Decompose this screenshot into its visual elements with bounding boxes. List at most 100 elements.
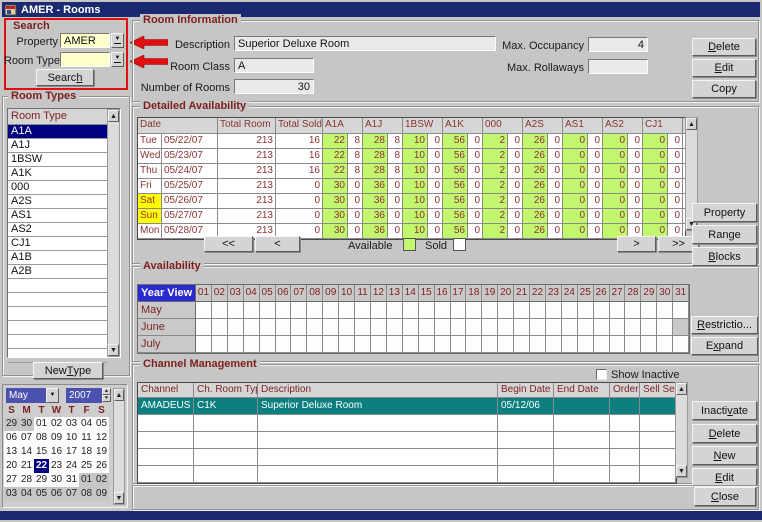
year-view-cell[interactable] (657, 302, 673, 319)
year-view-cell[interactable] (514, 302, 530, 319)
room-type-row[interactable]: AS1 (8, 209, 107, 223)
year-view-cell[interactable] (641, 319, 657, 336)
scroll-down-icon[interactable]: ▼ (114, 492, 124, 504)
calendar-day[interactable]: 30 (49, 473, 64, 487)
year-view-cell[interactable] (371, 319, 387, 336)
year-view-cell[interactable] (307, 336, 323, 353)
year-view-cell[interactable] (451, 336, 467, 353)
calendar-day[interactable]: 28 (19, 473, 34, 487)
year-view-cell[interactable] (212, 302, 228, 319)
calendar-day[interactable]: 05 (94, 417, 109, 431)
delete-channel-button[interactable]: Delete (692, 424, 757, 443)
property-combo[interactable]: AMER (60, 33, 110, 48)
calendar-day[interactable]: 05 (34, 487, 49, 501)
show-inactive-checkbox[interactable] (596, 369, 607, 380)
year-view-cell[interactable] (339, 302, 355, 319)
year-view-cell[interactable] (387, 319, 403, 336)
scroll-up-icon[interactable]: ▲ (686, 118, 697, 130)
year-view-cell[interactable] (371, 302, 387, 319)
scroll-down-icon[interactable]: ▼ (676, 465, 687, 477)
year-view-cell[interactable] (419, 319, 435, 336)
year-view-cell[interactable] (530, 336, 546, 353)
year-view-cell[interactable] (244, 302, 260, 319)
calendar-day[interactable]: 26 (94, 459, 109, 473)
room-type-row[interactable]: 000 (8, 181, 107, 195)
calendar-day[interactable]: 07 (19, 431, 34, 445)
availability-row[interactable]: Fri05/25/07213030036010056020260000000 (138, 179, 685, 194)
calendar-day[interactable]: 03 (64, 417, 79, 431)
calendar-day[interactable]: 09 (49, 431, 64, 445)
availability-row[interactable]: Tue05/22/072131622828810056020260000000 (138, 134, 685, 149)
year-view-cell[interactable] (641, 336, 657, 353)
calendar-day[interactable]: 04 (19, 487, 34, 501)
room-type-row[interactable]: A1B (8, 251, 107, 265)
year-view-cell[interactable] (466, 336, 482, 353)
year-view-cell[interactable] (323, 336, 339, 353)
year-view-cell[interactable] (196, 302, 212, 319)
calendar-day[interactable]: 16 (49, 445, 64, 459)
year-view-cell[interactable] (212, 336, 228, 353)
close-button[interactable]: Close (694, 487, 756, 506)
year-view-cell[interactable] (276, 302, 292, 319)
year-view-cell[interactable] (276, 336, 292, 353)
year-view-cell[interactable] (323, 302, 339, 319)
year-view-cell[interactable] (228, 302, 244, 319)
restrictions-button[interactable]: Restrictio... (691, 316, 758, 334)
room-type-combo[interactable] (60, 52, 110, 67)
room-type-row[interactable]: A1J (8, 139, 107, 153)
calendar-day[interactable]: 08 (79, 487, 94, 501)
calendar-day[interactable]: 22 (34, 459, 49, 473)
search-button[interactable]: Search (36, 69, 94, 86)
year-view-cell[interactable] (562, 319, 578, 336)
year-view-cell[interactable] (546, 336, 562, 353)
number-of-rooms-field[interactable]: 30 (234, 79, 314, 94)
max-occupancy-field[interactable]: 4 (588, 37, 648, 52)
calendar-day[interactable]: 18 (79, 445, 94, 459)
year-view-cell[interactable] (307, 319, 323, 336)
year-view-cell[interactable] (260, 336, 276, 353)
year-view-cell[interactable] (594, 336, 610, 353)
range-button[interactable]: Range (692, 225, 757, 244)
calendar-day[interactable]: 01 (79, 473, 94, 487)
calendar-month-select[interactable]: May (6, 388, 46, 403)
year-view-cell[interactable] (673, 336, 689, 353)
year-view-cell[interactable] (339, 336, 355, 353)
calendar-day[interactable]: 17 (64, 445, 79, 459)
year-view-cell[interactable] (562, 336, 578, 353)
availability-row[interactable]: Sun05/27/07213030036010056020260000000 (138, 209, 685, 224)
year-view-cell[interactable] (212, 319, 228, 336)
room-type-row[interactable]: A1K (8, 167, 107, 181)
year-view-cell[interactable] (498, 336, 514, 353)
room-type-list[interactable]: Room Type A1AA1J1BSWA1K000A2SAS1AS2CJ1A1… (7, 108, 121, 358)
year-view-cell[interactable] (594, 319, 610, 336)
availability-row[interactable]: Thu05/24/072131622828810056020260000000 (138, 164, 685, 179)
year-view-cell[interactable] (610, 302, 626, 319)
scroll-up-icon[interactable]: ▲ (108, 110, 119, 122)
year-view-cell[interactable] (403, 319, 419, 336)
nav-prev-button[interactable]: < (255, 236, 300, 252)
year-view-cell[interactable] (530, 302, 546, 319)
year-view-cell[interactable] (625, 319, 641, 336)
calendar-day[interactable]: 24 (64, 459, 79, 473)
calendar-day[interactable]: 10 (64, 431, 79, 445)
year-view-cell[interactable] (196, 319, 212, 336)
calendar-day[interactable]: 08 (34, 431, 49, 445)
channel-row[interactable]: AMADEUSC1KSuperior Deluxe Room05/12/06 (138, 398, 676, 415)
calendar-day[interactable]: 01 (34, 417, 49, 431)
calendar-day[interactable]: 29 (4, 417, 19, 431)
nav-first-button[interactable]: << (204, 236, 253, 252)
calendar-day[interactable]: 06 (49, 487, 64, 501)
room-class-field[interactable]: A (234, 58, 314, 73)
year-view-cell[interactable] (514, 319, 530, 336)
max-rollaways-field[interactable] (588, 59, 648, 74)
room-type-row[interactable]: A1A (8, 125, 107, 139)
calendar-day[interactable]: 23 (49, 459, 64, 473)
scroll-up-icon[interactable]: ▲ (676, 383, 687, 395)
scroll-up-icon[interactable]: ▲ (114, 389, 124, 401)
year-view-cell[interactable] (562, 302, 578, 319)
year-view-cell[interactable] (339, 319, 355, 336)
year-view-cell[interactable] (578, 302, 594, 319)
year-view-cell[interactable] (403, 302, 419, 319)
room-type-row[interactable]: 1BSW (8, 153, 107, 167)
availability-row[interactable]: Wed05/23/072131622828810056020260000000 (138, 149, 685, 164)
